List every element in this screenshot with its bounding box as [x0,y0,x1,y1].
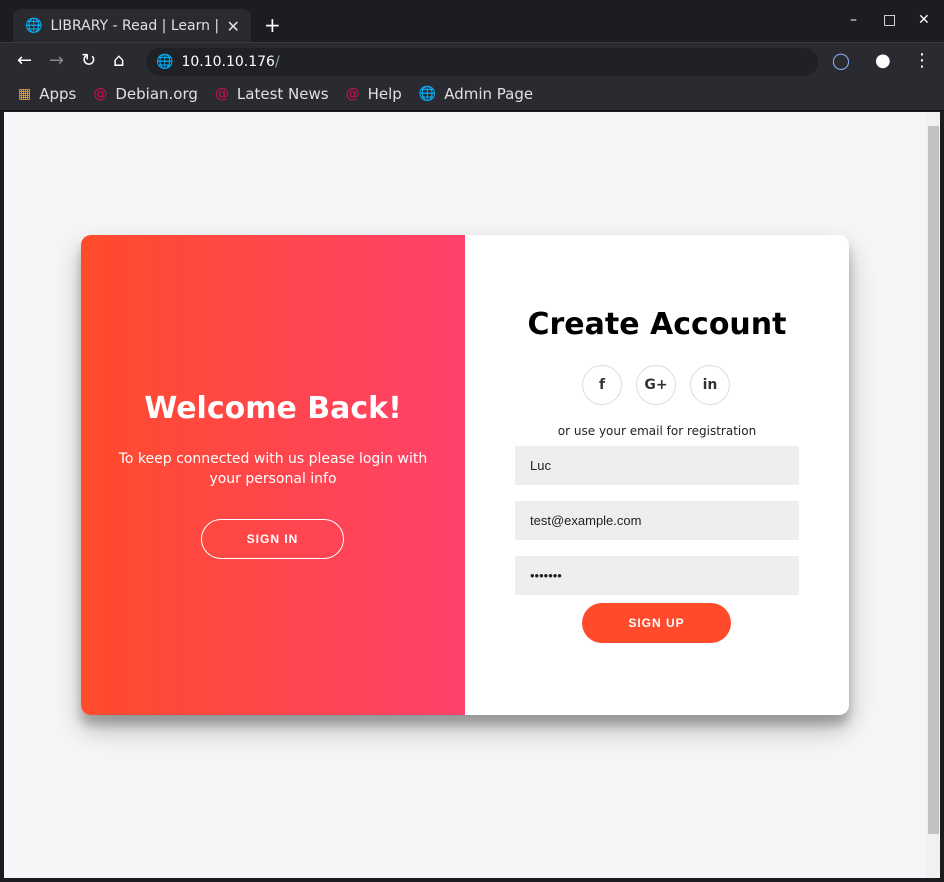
facebook-icon[interactable]: f [582,365,622,405]
sign-up-button[interactable]: SIGN UP [582,603,731,643]
profile-icon[interactable]: ● [875,50,891,71]
back-button[interactable]: ← [17,50,32,71]
extension-icon[interactable]: ◯ [832,51,850,70]
bookmark-label: Apps [39,85,77,103]
bookmark-latest-news[interactable]: @ Latest News [215,85,329,103]
bookmark-help[interactable]: @ Help [346,85,402,103]
home-button[interactable]: ⌂ [113,50,124,71]
title-bar: 🌐 LIBRARY - Read | Learn | Have Fun ✕ + … [0,0,944,43]
page-content: Welcome Back! To keep connected with us … [4,112,940,878]
bookmarks-bar: ▦ Apps @ Debian.org @ Latest News @ Help 🌐 Ad… [0,78,944,111]
scrollbar[interactable] [926,112,940,878]
debian-icon: @ [214,86,229,102]
debian-icon: @ [93,86,108,102]
bookmark-admin-page[interactable]: 🌐 Admin Page [419,85,533,103]
sign-in-button[interactable]: SIGN IN [201,519,344,559]
or-text: or use your email for registration [557,424,757,438]
signup-form: Create Account f G+ in or use your email… [465,235,849,715]
bookmark-label: Debian.org [115,85,198,103]
welcome-title: Welcome Back! [144,391,402,426]
minimize-button[interactable]: – [850,12,857,28]
bookmark-debian[interactable]: @ Debian.org [93,85,198,103]
url-path: / [274,54,280,70]
globe-icon: 🌐 [156,54,174,70]
social-buttons: f G+ in [582,365,730,405]
apps-grid-icon: ▦ [18,86,32,102]
signup-title: Create Account [527,307,787,342]
debian-icon: @ [345,86,360,102]
google-plus-icon[interactable]: G+ [636,365,676,405]
globe-icon: 🌐 [418,86,437,102]
maximize-button[interactable]: □ [883,12,896,28]
globe-icon: 🌐 [25,18,43,34]
forward-button[interactable]: → [49,50,64,71]
linkedin-icon[interactable]: in [690,365,730,405]
name-input[interactable] [515,446,799,485]
auth-card: Welcome Back! To keep connected with us … [81,235,849,715]
scrollbar-thumb[interactable] [928,126,939,834]
password-input[interactable] [515,556,799,595]
welcome-panel: Welcome Back! To keep connected with us … [81,235,465,715]
url-host: 10.10.10.176 [181,54,275,70]
reload-button[interactable]: ↻ [81,50,96,71]
close-tab-icon[interactable]: ✕ [226,17,239,36]
email-input[interactable] [515,501,799,540]
new-tab-button[interactable]: + [264,13,281,37]
tab-title: LIBRARY - Read | Learn | Have Fun [50,18,220,34]
bookmark-apps[interactable]: ▦ Apps [18,85,76,103]
close-window-button[interactable]: ✕ [918,12,930,28]
bookmark-label: Latest News [236,85,329,103]
menu-icon[interactable]: ⋮ [913,50,931,71]
toolbar: ← → ↻ ⌂ 🌐 10.10.10.176/ ◯ ● ⋮ [0,42,944,78]
address-bar[interactable]: 🌐 10.10.10.176/ [146,48,818,76]
browser-tab[interactable]: 🌐 LIBRARY - Read | Learn | Have Fun ✕ [13,9,251,43]
bookmark-label: Admin Page [444,85,534,103]
welcome-text: To keep connected with us please login w… [118,451,428,487]
bookmark-label: Help [367,85,402,103]
